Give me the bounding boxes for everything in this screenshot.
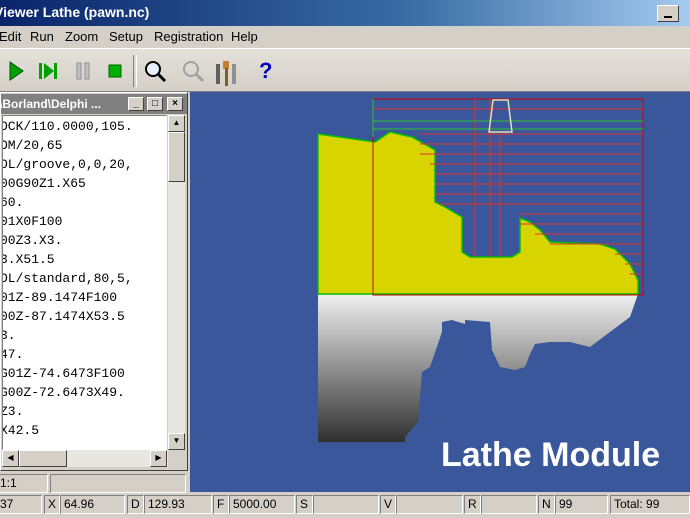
- code-line: 01X0F100: [2, 214, 63, 229]
- lathe-viewport[interactable]: Lathe Module: [190, 92, 690, 492]
- code-line: G00Z-72.6473X49.: [2, 385, 125, 400]
- scroll-left-button[interactable]: ◀: [2, 450, 19, 467]
- editor-panel: \Borland\Delphi ... _ □ × OCK/110.0000,1…: [0, 92, 188, 471]
- code-editor[interactable]: OCK/110.0000,105. OM/20,65 OL/groove,0,0,2…: [2, 115, 167, 450]
- hscroll-thumb[interactable]: [19, 450, 67, 467]
- menu-zoom[interactable]: Zoom: [65, 29, 98, 44]
- part-profile: [317, 131, 639, 295]
- status-s-value: [313, 495, 379, 514]
- toolpath-graphic: Lathe Module: [317, 98, 660, 474]
- status-f-label: F: [213, 495, 229, 514]
- title-bar: Viewer Lathe (pawn.nc): [0, 0, 690, 26]
- editor-status: 1:1: [0, 471, 188, 493]
- window-title: Viewer Lathe (pawn.nc): [0, 4, 150, 20]
- help-glyph: ?: [259, 58, 273, 83]
- pause-icon[interactable]: [70, 58, 96, 84]
- status-v-label: V: [380, 495, 396, 514]
- menu-edit[interactable]: Edit: [0, 29, 21, 44]
- editor-close-button[interactable]: ×: [167, 97, 183, 111]
- code-line: Z3.: [2, 404, 24, 419]
- status-x-value: 64.96: [60, 495, 125, 514]
- status-d-label: D: [127, 495, 144, 514]
- status-r-value: [481, 495, 537, 514]
- menu-setup[interactable]: Setup: [109, 29, 143, 44]
- status-s-label: S: [296, 495, 313, 514]
- status-total: Total: 99: [610, 495, 690, 514]
- status-d-value: 129.93: [144, 495, 212, 514]
- code-line: 47.: [2, 347, 24, 362]
- code-line: 3.: [3, 328, 16, 343]
- status-r-label: R: [464, 495, 481, 514]
- horizontal-scrollbar[interactable]: ◀ ▶: [2, 450, 168, 467]
- turned-part-shaded: [318, 294, 638, 442]
- menu-help[interactable]: Help: [231, 29, 258, 44]
- menu-registration[interactable]: Registration: [154, 29, 223, 44]
- vertical-scrollbar[interactable]: ▲ ▼: [168, 115, 185, 450]
- status-v-value: [396, 495, 463, 514]
- step-icon[interactable]: [35, 58, 61, 84]
- status-x-label: X: [44, 495, 60, 514]
- tool-insert-icon: [488, 99, 513, 133]
- tools-icon[interactable]: [213, 58, 239, 86]
- code-line: 60.: [2, 195, 24, 210]
- code-line: G01Z-74.6473F100: [2, 366, 125, 381]
- menu-bar: Edit Run Zoom Setup Registration Help: [0, 26, 690, 48]
- code-line: 00G90Z1.X65: [2, 176, 86, 191]
- code-line: OM/20,65: [2, 138, 63, 153]
- minimize-button[interactable]: [657, 5, 679, 22]
- editor-title-bar: \Borland\Delphi ... _ □ ×: [0, 94, 187, 114]
- code-line: OL/standard,80,5,: [2, 271, 133, 286]
- code-line: 01Z-89.1474F100: [2, 290, 118, 305]
- help-icon[interactable]: ?: [254, 58, 280, 84]
- status-f-value: 5000.00: [229, 495, 295, 514]
- editor-maximize-button[interactable]: □: [147, 97, 163, 111]
- play-icon[interactable]: [3, 58, 29, 84]
- code-line: OL/groove,0,0,20,: [2, 157, 133, 172]
- cursor-position: 1:1: [0, 474, 48, 493]
- menu-run[interactable]: Run: [30, 29, 54, 44]
- editor-minimize-button[interactable]: _: [128, 97, 144, 111]
- code-line: 00Z3.X3.: [2, 233, 63, 248]
- status-n-value: 99: [555, 495, 608, 514]
- toolbar: ?: [0, 48, 690, 92]
- code-line: OCK/110.0000,105.: [2, 119, 133, 134]
- zoom-window-icon[interactable]: [180, 58, 206, 84]
- status-bar: 37 X 64.96 D 129.93 F 5000.00 S V R N 99…: [0, 492, 690, 518]
- status-line: 37: [0, 495, 42, 514]
- stop-icon[interactable]: [102, 58, 128, 84]
- scroll-right-button[interactable]: ▶: [150, 450, 167, 467]
- zoom-icon[interactable]: [142, 58, 168, 84]
- code-line: 3.X51.5: [2, 252, 55, 267]
- code-line: 00Z-87.1474X53.5: [2, 309, 125, 324]
- status-n-label: N: [538, 495, 555, 514]
- code-line: X42.5: [2, 423, 40, 438]
- scroll-up-button[interactable]: ▲: [168, 115, 185, 132]
- editor-title: \Borland\Delphi ...: [0, 97, 102, 111]
- editor-status-empty: [50, 474, 186, 493]
- toolbar-separator: [133, 55, 137, 87]
- scroll-down-button[interactable]: ▼: [168, 433, 185, 450]
- scroll-thumb[interactable]: [168, 132, 185, 182]
- viewport-caption: Lathe Module: [441, 436, 660, 474]
